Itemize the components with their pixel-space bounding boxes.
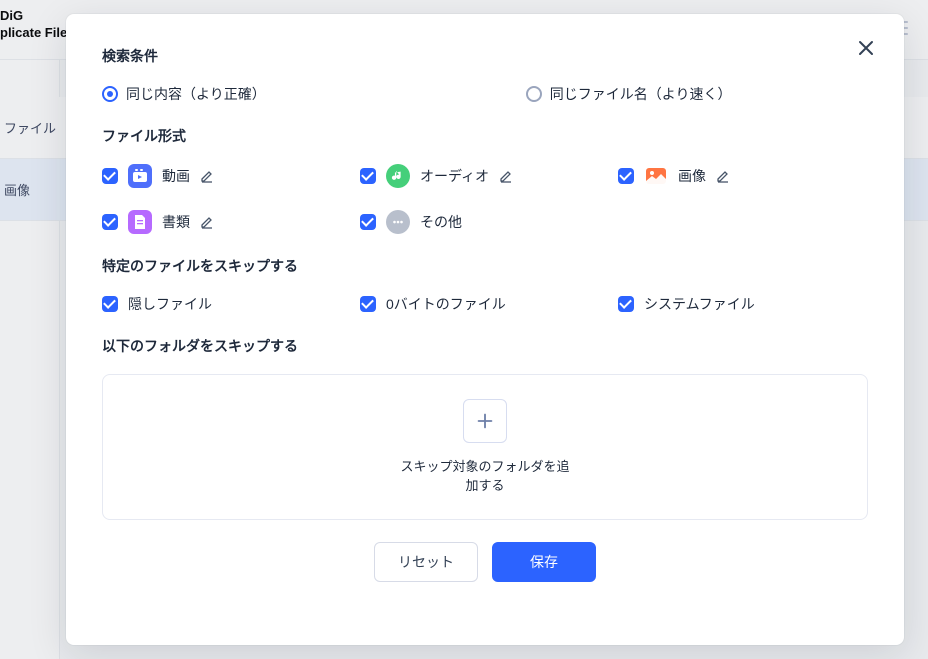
filetype-item-audio: オーディオ [360, 164, 610, 188]
filetype-label: 書類 [162, 212, 190, 232]
checkbox-system-files[interactable] [618, 296, 634, 312]
document-icon [128, 210, 152, 234]
checkbox-video[interactable] [102, 168, 118, 184]
edit-icon[interactable] [200, 169, 214, 183]
audio-icon [386, 164, 410, 188]
dropzone-label: スキップ対象のフォルダを追加する [400, 457, 570, 496]
section-title-search: 検索条件 [102, 46, 868, 66]
reset-button[interactable]: リセット [374, 542, 478, 582]
radio-same-filename[interactable]: 同じファイル名（より速く） [526, 84, 732, 104]
radio-label: 同じファイル名（より速く） [550, 84, 732, 104]
checkbox-document[interactable] [102, 214, 118, 230]
action-row: リセット 保存 [102, 542, 868, 582]
skip-item-system: システムファイル [618, 294, 868, 314]
checkbox-image[interactable] [618, 168, 634, 184]
filetype-label: 画像 [678, 166, 706, 186]
radio-same-content[interactable]: 同じ内容（より正確） [102, 84, 266, 104]
section-title-skipfiles: 特定のファイルをスキップする [102, 256, 868, 276]
section-title-skipfolders: 以下のフォルダをスキップする [102, 336, 868, 356]
save-button[interactable]: 保存 [492, 542, 596, 582]
radio-label: 同じ内容（より正確） [126, 84, 266, 104]
filetype-item-image: 画像 [618, 164, 868, 188]
checkbox-audio[interactable] [360, 168, 376, 184]
filetype-item-document: 書類 [102, 210, 352, 234]
radio-dot-icon [102, 86, 118, 102]
edit-icon[interactable] [499, 169, 513, 183]
filetype-item-video: 動画 [102, 164, 352, 188]
skip-folder-dropzone[interactable]: スキップ対象のフォルダを追加する [102, 374, 868, 520]
image-icon [644, 164, 668, 188]
skipfiles-grid: 隠しファイル 0バイトのファイル システムファイル [102, 294, 868, 314]
filetype-label: 動画 [162, 166, 190, 186]
skip-item-zerobyte: 0バイトのファイル [360, 294, 610, 314]
skip-item-hidden: 隠しファイル [102, 294, 352, 314]
plus-icon [474, 410, 496, 432]
skip-label: システムファイル [644, 294, 755, 314]
settings-modal: 検索条件 同じ内容（より正確） 同じファイル名（より速く） ファイル形式 動画 [66, 14, 904, 645]
filetype-grid: 動画 オーディオ 画像 [102, 164, 868, 234]
checkbox-hidden-files[interactable] [102, 296, 118, 312]
search-radio-group: 同じ内容（より正確） 同じファイル名（より速く） [102, 84, 868, 104]
edit-icon[interactable] [200, 215, 214, 229]
skip-label: 隠しファイル [128, 294, 212, 314]
filetype-label: オーディオ [420, 166, 489, 186]
skip-label: 0バイトのファイル [386, 294, 506, 314]
checkbox-other[interactable] [360, 214, 376, 230]
section-title-filetype: ファイル形式 [102, 126, 868, 146]
radio-dot-icon [526, 86, 542, 102]
filetype-label: その他 [420, 212, 462, 232]
other-icon [386, 210, 410, 234]
close-icon [858, 40, 874, 56]
checkbox-zero-byte[interactable] [360, 296, 376, 312]
add-folder-button[interactable] [463, 399, 507, 443]
filetype-item-other: その他 [360, 210, 610, 234]
edit-icon[interactable] [716, 169, 730, 183]
close-button[interactable] [856, 38, 876, 58]
video-icon [128, 164, 152, 188]
